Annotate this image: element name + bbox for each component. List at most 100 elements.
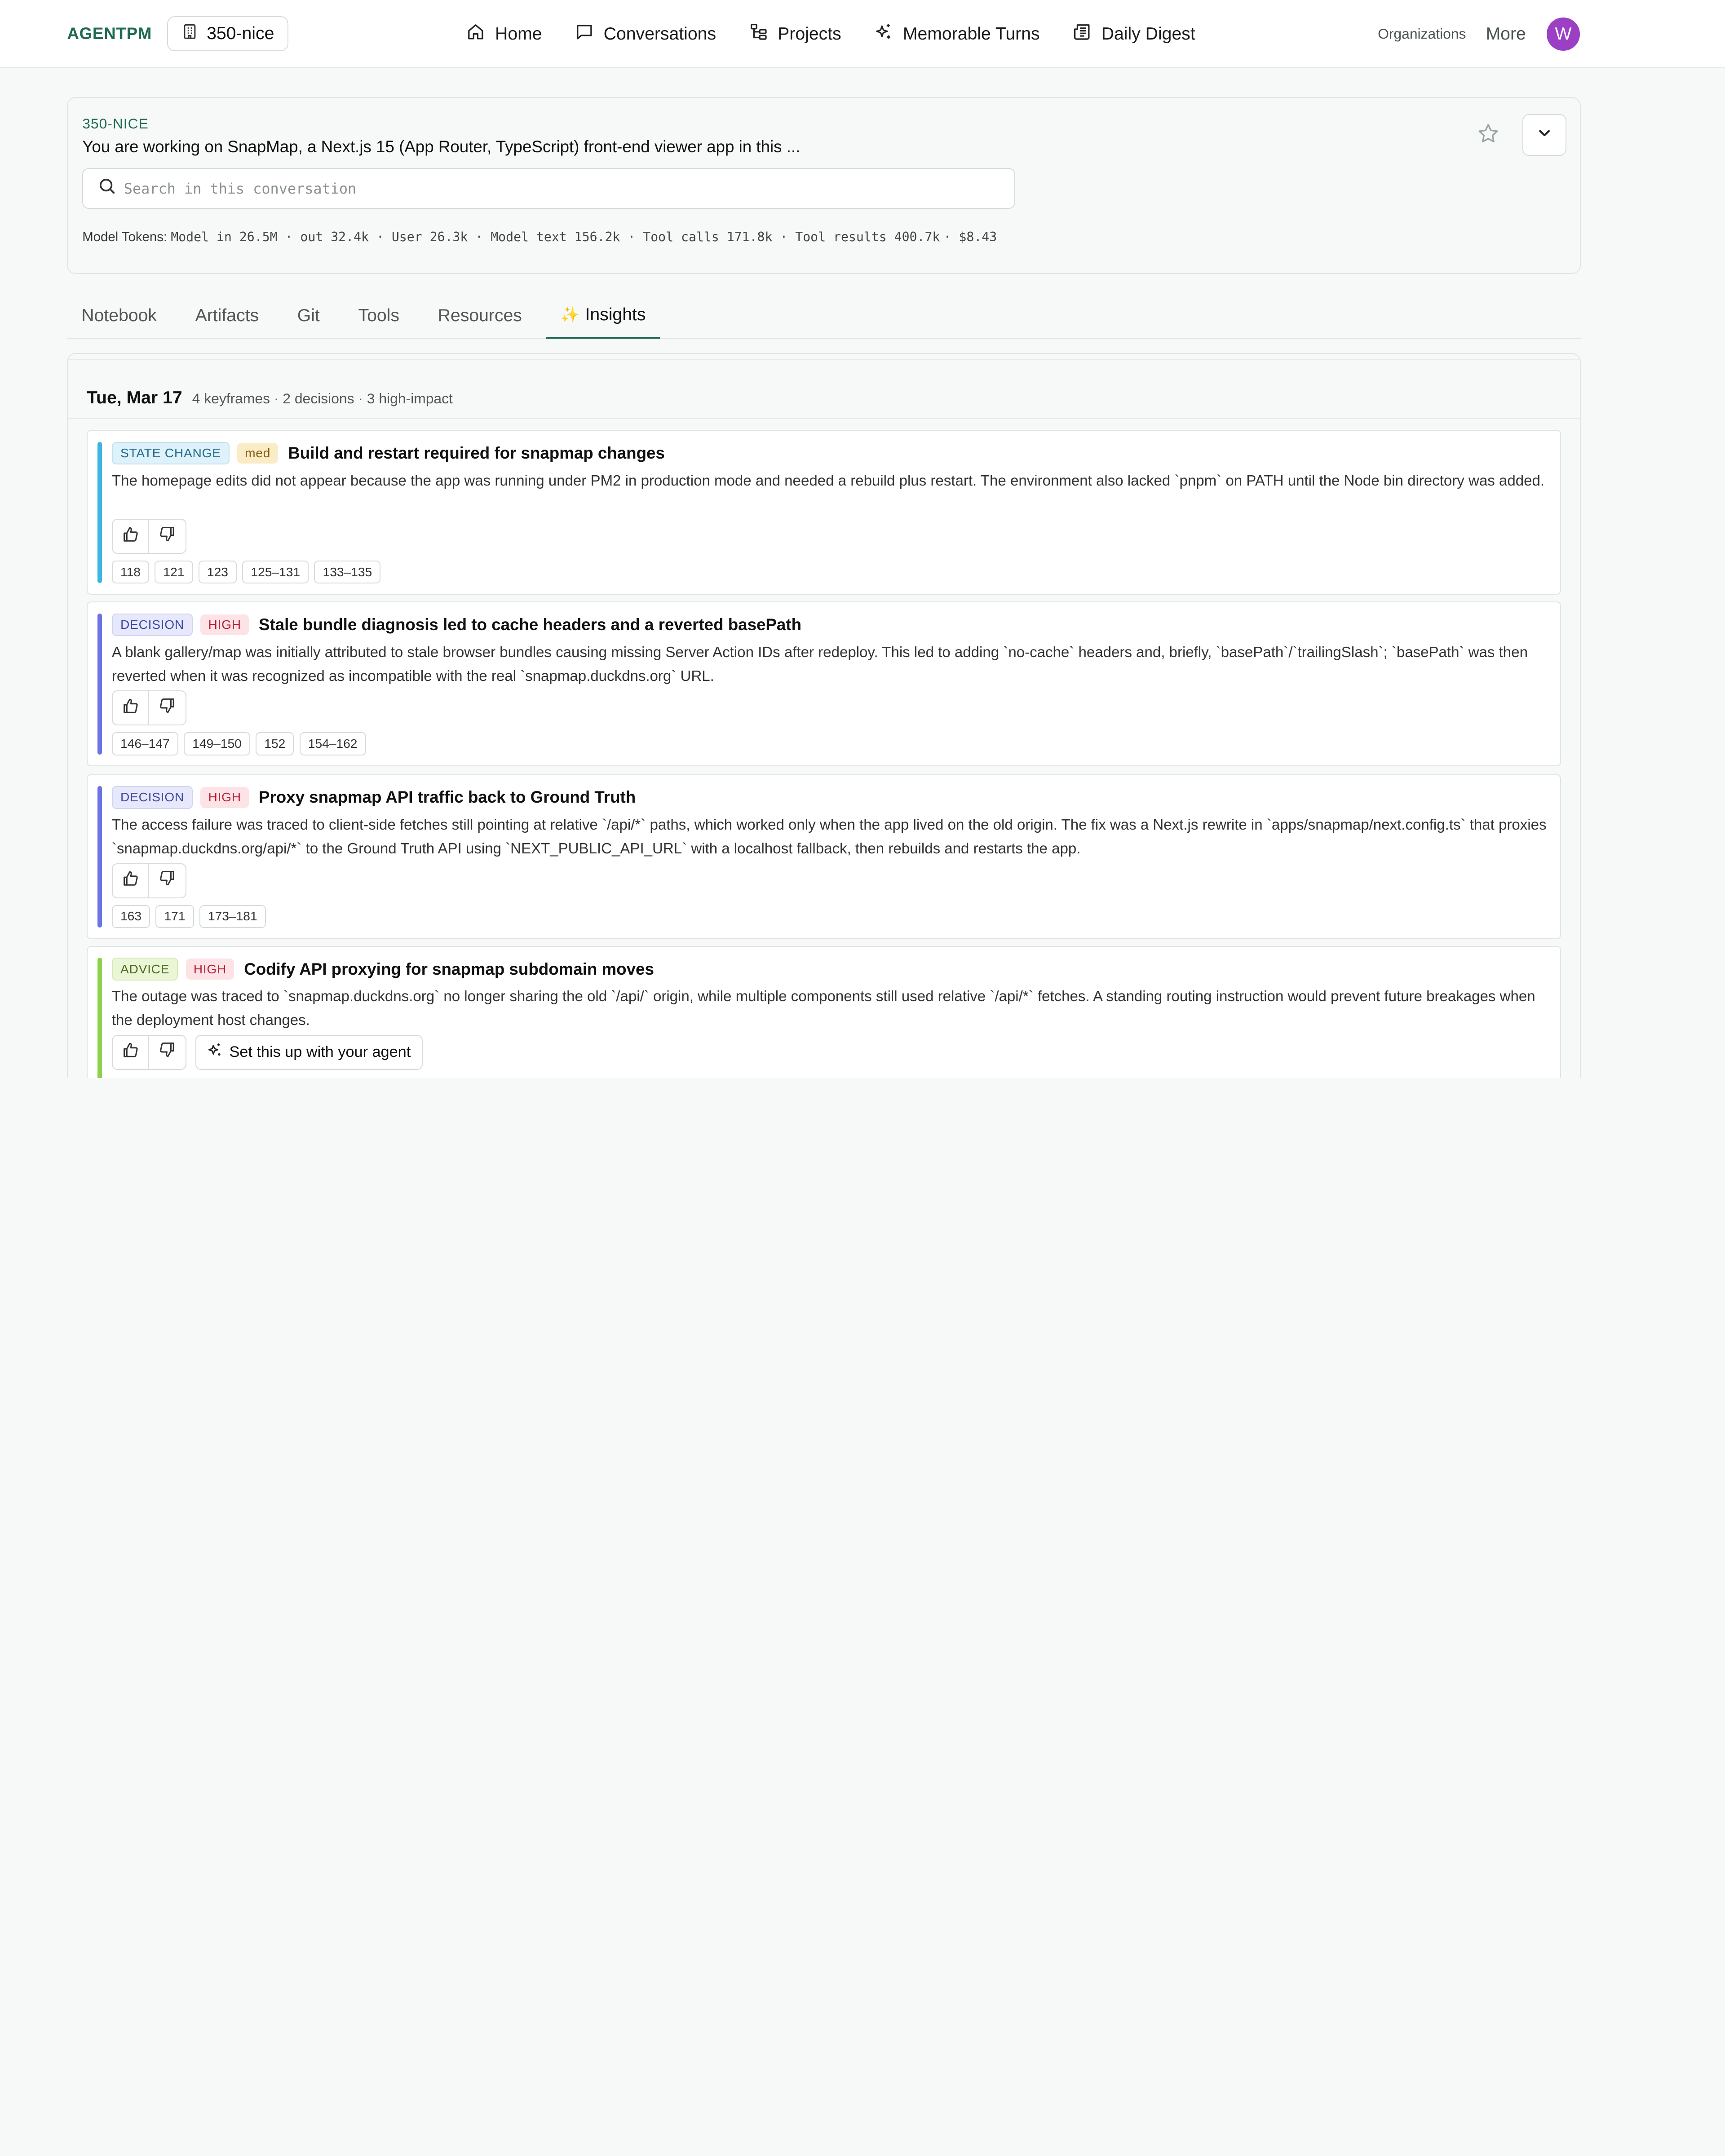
insight-title: Proxy snapmap API traffic back to Ground…: [258, 788, 636, 807]
day-divider: [68, 418, 1580, 419]
insight-header: DECISION HIGH Stale bundle diagnosis led…: [111, 613, 801, 636]
turn-ref[interactable]: 125–131: [242, 561, 309, 584]
thumbs-up-button[interactable]: [111, 863, 150, 898]
turn-ref[interactable]: 123: [198, 561, 237, 584]
insight-body: The outage was traced to `snapmap.duckdn…: [111, 988, 1535, 1029]
tab-insights-label: Insights: [585, 305, 646, 324]
feedback-group: [111, 519, 187, 554]
conversation-title: You are working on SnapMap, a Next.js 15…: [82, 137, 801, 156]
thumbs-down-button[interactable]: [149, 690, 187, 726]
nav-projects[interactable]: Projects: [749, 22, 841, 46]
conversation-tabs: Notebook Artifacts Git Tools Resources ✨…: [67, 292, 1581, 339]
insight-accent-bar: [97, 958, 102, 1078]
nav-conversations[interactable]: Conversations: [575, 22, 716, 46]
tokens-value: Model in 26.5M · out 32.4k · User 26.3k …: [171, 230, 940, 245]
conversation-id: 350-NICE: [82, 115, 149, 132]
turn-ref[interactable]: 146–147: [111, 732, 178, 755]
tab-git[interactable]: Git: [283, 292, 334, 339]
tab-resources[interactable]: Resources: [424, 292, 536, 339]
turn-ref[interactable]: 171: [155, 905, 194, 928]
turn-ref[interactable]: 118: [111, 561, 150, 584]
brand-logo[interactable]: AGENTPM: [67, 24, 152, 43]
workspace-switcher[interactable]: 350-nice: [167, 16, 288, 52]
setup-with-agent-button[interactable]: Set this up with your agent: [195, 1034, 423, 1070]
insight-body: The access failure was traced to client-…: [111, 817, 1547, 857]
insight-header: DECISION HIGH Proxy snapmap API traffic …: [111, 786, 636, 809]
thumbs-up-icon: [122, 1042, 139, 1063]
tab-tools[interactable]: Tools: [344, 292, 414, 339]
day-date: Tue, Mar 17: [87, 388, 182, 408]
workspace-name: 350-nice: [207, 23, 274, 43]
kind-badge: DECISION: [111, 613, 193, 636]
cost-value: · $8.43: [943, 230, 997, 245]
insight-title: Codify API proxying for snapmap subdomai…: [244, 959, 654, 978]
sparkles-icon: [207, 1043, 222, 1062]
turn-ref[interactable]: 163: [111, 905, 150, 928]
thumbs-down-icon: [159, 1042, 176, 1063]
conversation-search[interactable]: [82, 168, 1015, 209]
nav-right: Organizations More W: [1378, 0, 1580, 68]
turn-refs: 146–147 149–150 152 154–162: [111, 732, 366, 755]
turn-ref[interactable]: 121: [155, 561, 193, 584]
turn-refs: 118 121 123 125–131 133–135: [111, 561, 381, 584]
insight-title: Build and restart required for snapmap c…: [288, 443, 665, 462]
turn-ref[interactable]: 133–135: [314, 561, 381, 584]
impact-badge: HIGH: [200, 787, 249, 808]
setup-label: Set this up with your agent: [229, 1043, 411, 1061]
nav-daily-digest[interactable]: Daily Digest: [1073, 22, 1195, 46]
favorite-button[interactable]: [1474, 122, 1503, 150]
tab-artifacts[interactable]: Artifacts: [181, 292, 273, 339]
thumbs-down-button[interactable]: [149, 519, 187, 554]
chevron-down-icon: [1537, 125, 1552, 145]
impact-badge: med: [237, 442, 279, 464]
thumbs-down-icon: [159, 526, 176, 547]
building-icon: [181, 23, 198, 44]
turn-ref[interactable]: 152: [256, 732, 294, 755]
top-nav: AGENTPM 350-nice Home Conversations Proj…: [0, 0, 1725, 68]
thumbs-up-button[interactable]: [111, 519, 150, 554]
kind-badge: STATE CHANGE: [111, 442, 230, 465]
conversation-header: 350-NICE You are working on SnapMap, a N…: [67, 97, 1581, 274]
expand-button[interactable]: [1522, 114, 1566, 156]
thumbs-up-icon: [122, 870, 139, 891]
insight-title: Stale bundle diagnosis led to cache head…: [258, 615, 801, 634]
panel-divider: [68, 359, 1580, 360]
turn-ref[interactable]: 154–162: [299, 732, 366, 755]
insight-card: STATE CHANGE med Build and restart requi…: [87, 430, 1561, 595]
user-avatar[interactable]: W: [1547, 18, 1580, 51]
turn-ref[interactable]: 173–181: [199, 905, 266, 928]
organizations-link[interactable]: Organizations: [1378, 26, 1466, 42]
sparkles-icon: [874, 22, 893, 46]
day-header: Tue, Mar 17 4 keyframes · 2 decisions · …: [87, 388, 453, 408]
insight-accent-bar: [97, 442, 102, 583]
turn-refs: 163 171 173–181: [111, 905, 266, 928]
nav-projects-label: Projects: [778, 24, 841, 44]
nav-memorable-turns[interactable]: Memorable Turns: [874, 22, 1040, 46]
nav-home[interactable]: Home: [466, 22, 542, 46]
thumbs-down-icon: [159, 870, 176, 891]
tab-notebook[interactable]: Notebook: [67, 292, 171, 339]
insight-body: The homepage edits did not appear becaus…: [111, 472, 1545, 489]
feedback-group: [111, 690, 187, 726]
impact-badge: HIGH: [200, 614, 249, 636]
feedback-group: [111, 863, 187, 898]
nav-conversations-label: Conversations: [603, 24, 717, 44]
nav-home-label: Home: [495, 24, 542, 44]
thumbs-down-icon: [159, 698, 176, 719]
thumbs-down-button[interactable]: [149, 1034, 187, 1070]
tab-insights[interactable]: ✨ Insights: [546, 292, 660, 339]
thumbs-up-icon: [122, 698, 139, 719]
home-icon: [466, 22, 485, 46]
more-menu[interactable]: More: [1486, 24, 1526, 44]
insight-card: DECISION HIGH Proxy snapmap API traffic …: [87, 774, 1561, 939]
day-summary: 4 keyframes · 2 decisions · 3 high-impac…: [192, 390, 453, 407]
thumbs-up-button[interactable]: [111, 690, 150, 726]
thumbs-down-button[interactable]: [149, 863, 187, 898]
insight-card: ADVICE HIGH Codify API proxying for snap…: [87, 945, 1561, 1078]
search-input[interactable]: [124, 180, 982, 197]
thumbs-up-button[interactable]: [111, 1034, 150, 1070]
insight-header: ADVICE HIGH Codify API proxying for snap…: [111, 958, 654, 981]
turn-ref[interactable]: 149–150: [184, 732, 250, 755]
tokens-label: Model Tokens:: [82, 230, 168, 245]
insight-accent-bar: [97, 786, 102, 928]
